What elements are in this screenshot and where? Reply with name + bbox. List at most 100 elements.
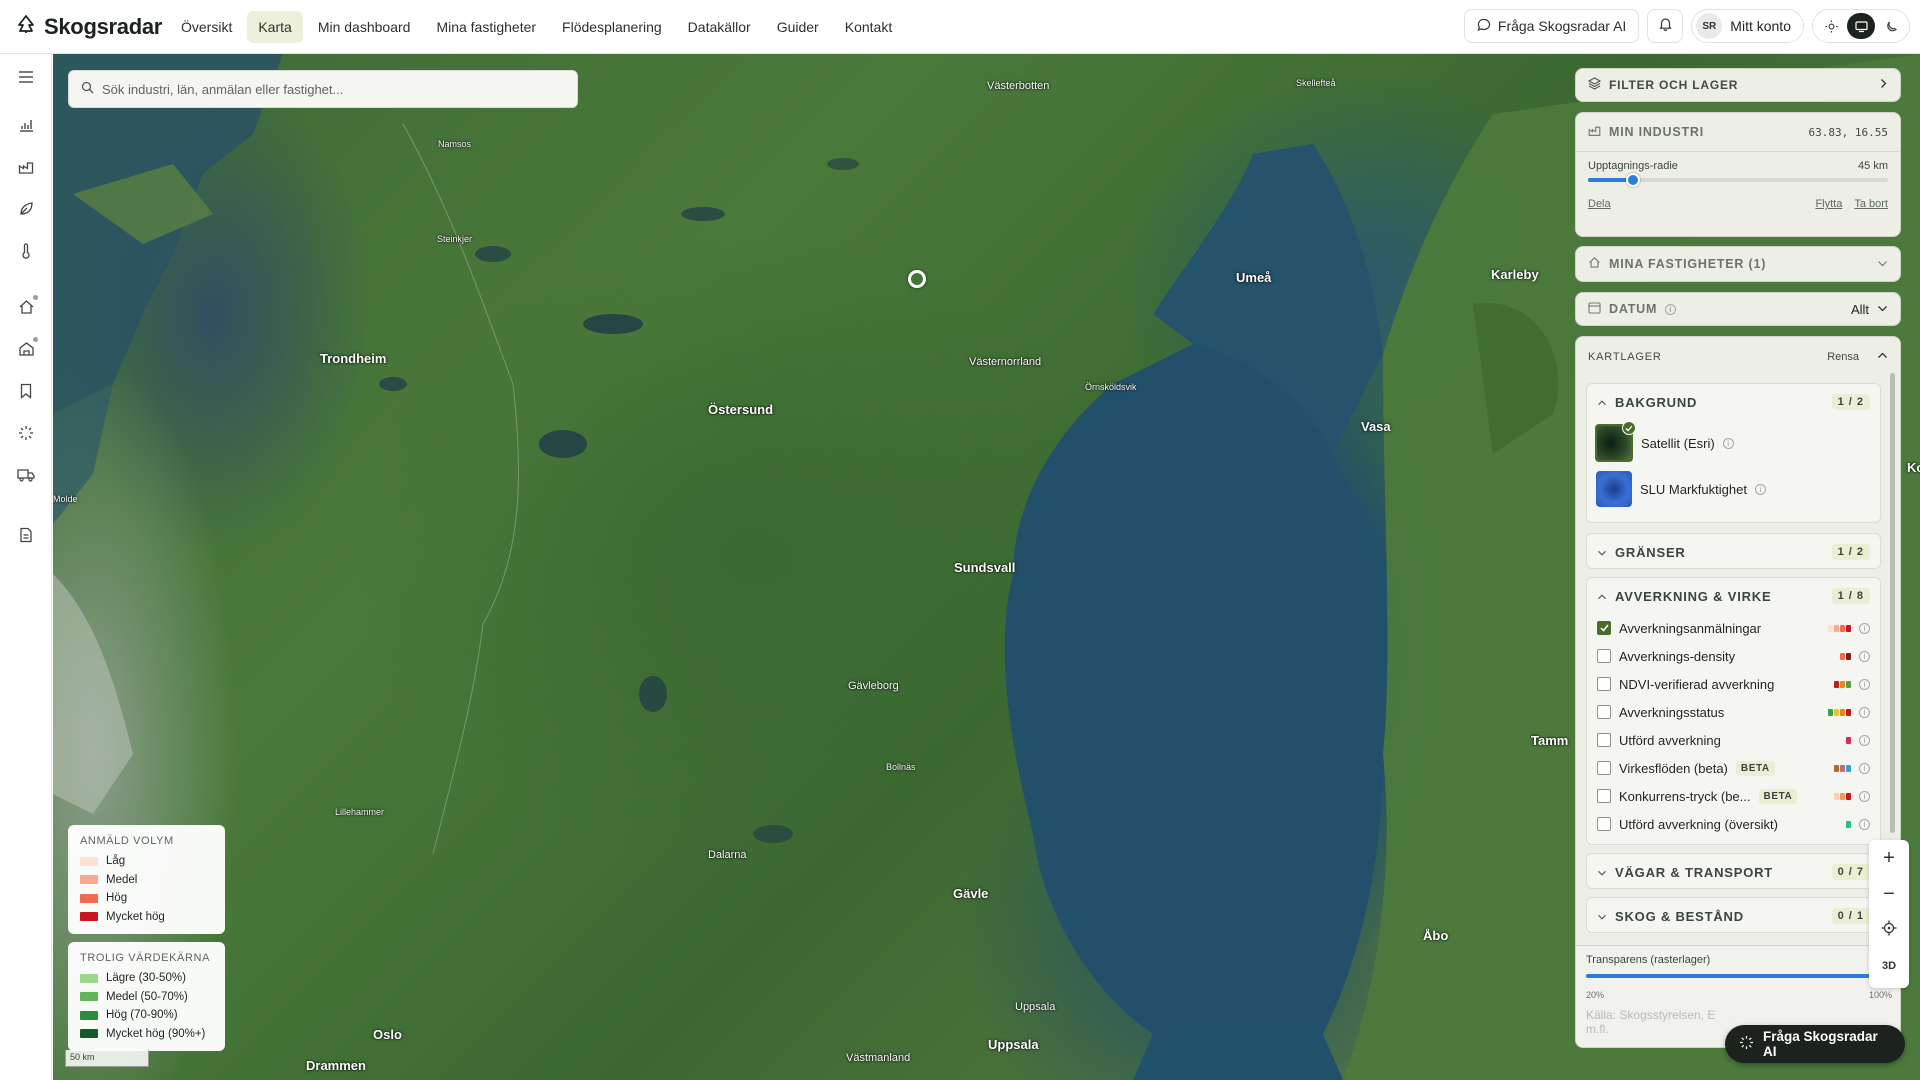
nav-min-dashboard[interactable]: Min dashboard (307, 11, 422, 43)
zoom-out-button[interactable]: − (1869, 876, 1909, 912)
group-title: BAKGRUND (1615, 394, 1698, 410)
place-label: Västernorrland (969, 356, 1042, 368)
layer-checkbox[interactable] (1597, 817, 1611, 831)
info-icon[interactable]: i (1859, 678, 1870, 690)
layer-row[interactable]: Utförd avverkning i (1587, 726, 1880, 754)
nav-flodesplanering[interactable]: Flödesplanering (551, 11, 673, 43)
layer-row[interactable]: Avverkningsanmälningar i (1587, 614, 1880, 642)
locate-button[interactable] (1869, 912, 1909, 948)
home-icon[interactable] (13, 294, 39, 320)
layers-icon (1587, 77, 1602, 93)
swatch (80, 875, 98, 885)
group-header[interactable]: BAKGRUND 1 / 2 (1587, 384, 1880, 420)
layer-checkbox[interactable] (1597, 789, 1611, 803)
legend-label: Medel (50-70%) (106, 990, 188, 1003)
place-label: Oslo (373, 1027, 402, 1042)
layer-checkbox[interactable] (1597, 761, 1611, 775)
filter-card[interactable]: FILTER OCH LAGER (1575, 68, 1901, 102)
layer-row[interactable]: Avverknings-density i (1587, 642, 1880, 670)
group-count: 1 / 8 (1831, 588, 1870, 604)
layer-row[interactable]: Avverkningsstatus i (1587, 698, 1880, 726)
leaf-icon[interactable] (13, 196, 39, 222)
info-icon[interactable]: i (1859, 622, 1870, 634)
bar-chart-icon[interactable] (13, 112, 39, 138)
ask-ai-floating-button[interactable]: Fråga Skogsradar AI (1725, 1025, 1905, 1063)
info-icon[interactable]: i (1859, 650, 1870, 662)
bell-icon (1658, 16, 1673, 36)
bookmark-icon[interactable] (13, 378, 39, 404)
nav-mina-fastigheter[interactable]: Mina fastigheter (425, 11, 547, 43)
color-swatch (1846, 708, 1851, 716)
group-roads[interactable]: VÄGAR & TRANSPORT 0 / 7 (1586, 853, 1881, 889)
layer-row[interactable]: NDVI-verifierad avverkning i (1587, 670, 1880, 698)
basemap-satellite[interactable]: Satellit (Esri) i (1587, 420, 1880, 466)
notifications-button[interactable] (1647, 9, 1684, 43)
remove-link[interactable]: Ta bort (1854, 198, 1888, 210)
group-header[interactable]: AVVERKNING & VIRKE 1 / 8 (1587, 578, 1880, 614)
date-value[interactable]: Allt (1851, 302, 1869, 317)
group-title: GRÄNSER (1615, 544, 1686, 560)
ask-ai-header-button[interactable]: Fråga Skogsradar AI (1463, 9, 1640, 43)
layer-checkbox[interactable] (1597, 649, 1611, 663)
group-borders[interactable]: GRÄNSER 1 / 2 (1586, 533, 1881, 569)
layer-checkbox[interactable] (1597, 621, 1611, 635)
document-icon[interactable] (13, 522, 39, 548)
info-icon[interactable]: i (1859, 706, 1870, 718)
group-header[interactable]: VÄGAR & TRANSPORT 0 / 7 (1587, 854, 1880, 890)
properties-card[interactable]: MINA FASTIGHETER (1) (1575, 246, 1901, 282)
basemap-label: Satellit (Esri) (1641, 435, 1715, 451)
factory-icon[interactable] (13, 154, 39, 180)
opacity-slider[interactable] (1586, 974, 1892, 978)
industry-marker[interactable] (908, 270, 926, 288)
nav-oversikt[interactable]: Översikt (170, 11, 243, 43)
clear-layers-button[interactable]: Rensa (1827, 351, 1859, 363)
zoom-in-button[interactable]: + (1869, 840, 1909, 876)
layer-checkbox[interactable] (1597, 733, 1611, 747)
loader-icon[interactable] (13, 420, 39, 446)
place-label: Åbo (1423, 928, 1449, 943)
move-link[interactable]: Flytta (1815, 198, 1842, 210)
layer-row[interactable]: Virkesflöden (beta) BETA i (1587, 754, 1880, 782)
building-icon[interactable] (13, 336, 39, 362)
nav-kontakt[interactable]: Kontakt (834, 11, 903, 43)
layer-label: NDVI-verifierad avverkning (1619, 676, 1775, 692)
nav-datakallor[interactable]: Datakällor (677, 11, 762, 43)
monitor-icon[interactable] (1847, 13, 1875, 39)
info-icon[interactable]: i (1665, 303, 1677, 315)
layer-checkbox[interactable] (1597, 677, 1611, 691)
nav-guider[interactable]: Guider (766, 11, 830, 43)
opacity-min: 20% (1586, 990, 1605, 1000)
info-icon[interactable]: i (1859, 734, 1870, 746)
info-icon[interactable]: i (1859, 818, 1870, 830)
layer-checkbox[interactable] (1597, 705, 1611, 719)
factory-icon (1588, 124, 1601, 140)
account-button[interactable]: SR Mitt konto (1691, 9, 1804, 43)
basemap-slu-moisture[interactable]: SLU Markfuktighet i (1587, 466, 1880, 512)
layer-row[interactable]: Konkurrens-tryck (be... BETA i (1587, 782, 1880, 810)
info-icon[interactable]: i (1859, 790, 1870, 802)
search-input[interactable]: Sök industri, län, anmälan eller fastigh… (68, 70, 578, 108)
nav-karta[interactable]: Karta (247, 10, 303, 43)
date-card[interactable]: DATUM i Allt (1575, 292, 1901, 326)
3d-toggle-button[interactable]: 3D (1869, 948, 1909, 984)
place-label: Molde (53, 494, 78, 504)
chevron-up-icon[interactable] (1877, 351, 1888, 363)
menu-icon[interactable] (13, 64, 39, 90)
group-header[interactable]: SKOG & BESTÅND 0 / 1 (1587, 898, 1880, 934)
info-icon[interactable]: i (1754, 483, 1766, 495)
radius-slider-handle[interactable] (1626, 173, 1640, 187)
thermometer-icon[interactable] (13, 238, 39, 264)
info-icon[interactable]: i (1859, 762, 1870, 774)
sun-icon[interactable] (1817, 13, 1845, 39)
truck-icon[interactable] (13, 462, 39, 488)
radius-slider[interactable] (1588, 173, 1888, 187)
share-link[interactable]: Dela (1588, 198, 1611, 210)
layers-scrollbar[interactable] (1890, 373, 1895, 833)
brand[interactable]: Skogsradar (0, 14, 170, 40)
layer-row[interactable]: Utförd avverkning (översikt) i (1587, 810, 1880, 838)
moon-icon[interactable] (1877, 13, 1905, 39)
group-header[interactable]: GRÄNSER 1 / 2 (1587, 534, 1880, 570)
place-label: Gävleborg (848, 680, 899, 692)
group-forest[interactable]: SKOG & BESTÅND 0 / 1 (1586, 897, 1881, 933)
info-icon[interactable]: i (1722, 437, 1734, 449)
